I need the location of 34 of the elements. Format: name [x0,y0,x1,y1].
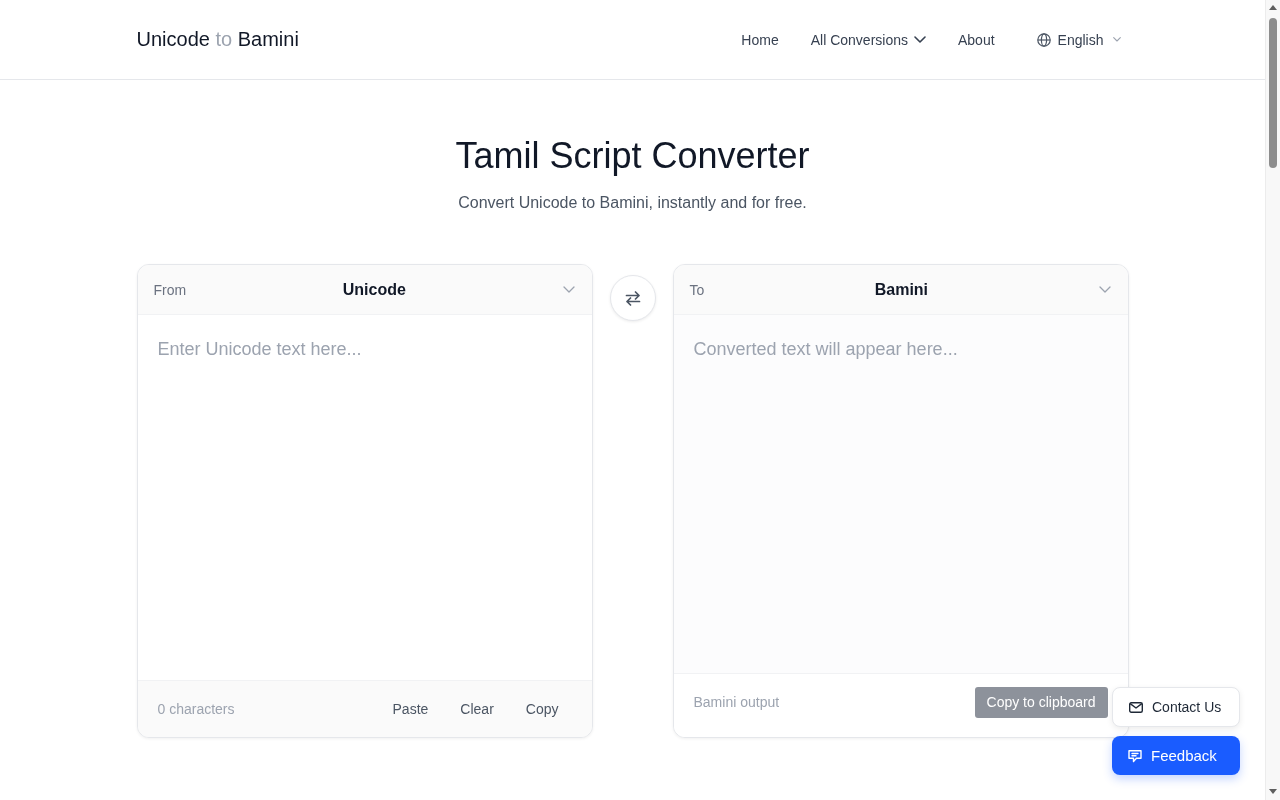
page-title: Tamil Script Converter [455,134,810,178]
swap-button[interactable] [609,275,656,321]
format-select[interactable]: Unicode [186,274,575,305]
panel-label: From [153,281,187,298]
feedback-button[interactable]: Feedback [1112,736,1240,775]
nav-link[interactable]: About [958,31,995,48]
nav-link[interactable]: Home [741,31,779,48]
chevron-down-icon [1098,286,1111,293]
contact-button[interactable]: Contact Us [1112,687,1240,727]
output-caption: Bamini output [693,694,780,710]
chat-bubble-icon [1128,748,1142,763]
language-select[interactable]: English [1026,25,1131,54]
logo-link[interactable]: Unicode to Bamini [136,28,299,51]
character-count: 0 characters [157,701,235,717]
chevron-down-icon [562,286,575,293]
copy-button[interactable]: Copy [513,695,571,723]
scrollbar[interactable] [1265,0,1280,800]
panel-label: To [689,281,705,298]
chevron-down-icon [1112,37,1121,42]
input-text-field[interactable]: Enter Unicode text here... [137,314,592,681]
page-subtitle: Convert Unicode to Bamini, instantly and for free. [458,193,807,213]
globe-icon [1036,32,1051,47]
scroll-up-icon[interactable] [1269,5,1277,10]
clear-button[interactable]: Clear [448,695,506,723]
scrollbar-thumb[interactable] [1269,18,1277,168]
format-select[interactable]: Bamini [704,274,1111,305]
paste-button[interactable]: Paste [380,695,441,723]
chevron-down-icon [914,36,926,43]
scroll-down-icon[interactable] [1269,789,1277,794]
nav-link[interactable]: All Conversions [810,31,926,48]
output-text-field[interactable]: Converted text will appear here... [673,314,1128,674]
input-editor[interactable]: From Unicode Enter Unicode text here... 0 characters Paste Clear Copy [136,264,593,738]
envelope-icon [1129,701,1143,713]
swap-arrows-icon [624,290,641,306]
